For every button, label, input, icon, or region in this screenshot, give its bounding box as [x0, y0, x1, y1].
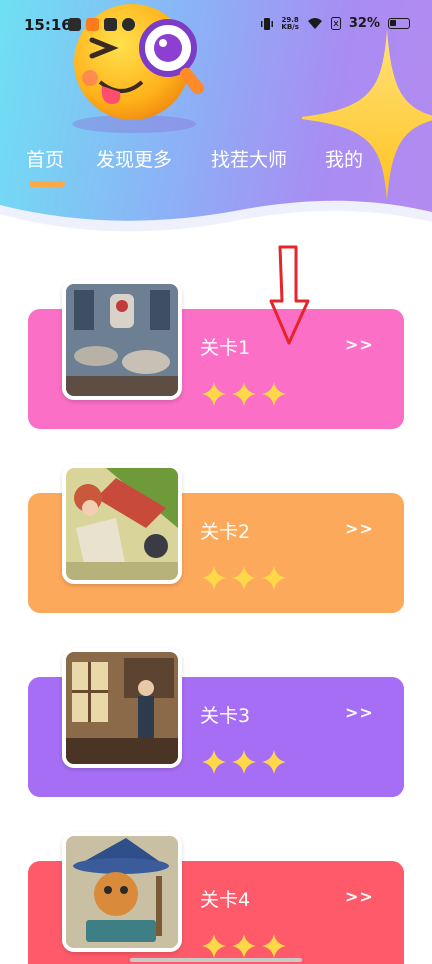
level-go-arrow-4[interactable]: >>: [345, 887, 374, 906]
level-thumbnail-2[interactable]: [62, 464, 182, 584]
star-icon: [202, 934, 226, 958]
network-speed: 29.8 KB/s: [281, 16, 299, 31]
star-icon: [202, 750, 226, 774]
level-thumbnail-3[interactable]: [62, 648, 182, 768]
level-stars-4: [201, 933, 287, 959]
wizard-cat-scene-image: [66, 836, 178, 948]
level-stars-1: [201, 381, 287, 407]
star-icon: [232, 750, 256, 774]
level-name-3: 关卡3: [200, 705, 251, 727]
status-bar: 15:16 29.8 KB/s 32%: [0, 0, 432, 52]
tab-home[interactable]: 首页: [26, 145, 64, 172]
status-time: 15:16: [24, 16, 72, 34]
tab-spot-difference-master[interactable]: 找茬大师: [211, 145, 287, 172]
home-indicator-bar[interactable]: [130, 958, 302, 962]
star-icon: [262, 934, 286, 958]
level-thumbnail-1[interactable]: [62, 280, 182, 400]
star-icon: [202, 566, 226, 590]
sim-icon: [330, 17, 341, 30]
level-go-arrow-3[interactable]: >>: [345, 703, 374, 722]
star-icon: [232, 382, 256, 406]
vibrate-icon: [261, 17, 274, 30]
active-tab-indicator: [29, 181, 65, 187]
app-notification-icon: [122, 18, 135, 31]
star-icon: [262, 566, 286, 590]
battery-percent: 32%: [348, 16, 380, 31]
star-icon: [202, 382, 226, 406]
level-name-1: 关卡1: [200, 337, 251, 359]
app-notification-icon: [86, 18, 99, 31]
tab-mine[interactable]: 我的: [325, 145, 363, 172]
study-room-scene-image: [66, 652, 178, 764]
down-arrow-annotation-icon: [269, 245, 310, 345]
level-stars-3: [201, 749, 287, 775]
network-speed-unit: KB/s: [281, 22, 299, 31]
wifi-icon: [307, 18, 322, 29]
mail-notification-icon: [68, 18, 81, 31]
picnic-scene-image: [66, 468, 178, 580]
level-go-arrow-2[interactable]: >>: [345, 519, 374, 538]
star-icon: [232, 934, 256, 958]
level-go-arrow-1[interactable]: >>: [345, 335, 374, 354]
level-name-4: 关卡4: [200, 889, 251, 911]
star-icon: [262, 750, 286, 774]
nav-tabs: 首页 发现更多 找茬大师 我的: [0, 145, 432, 190]
star-icon: [232, 566, 256, 590]
app-notification-icon: [104, 18, 117, 31]
star-icon: [262, 382, 286, 406]
lab-robot-scene-image: [66, 284, 178, 396]
tab-discover-more[interactable]: 发现更多: [96, 145, 172, 172]
level-thumbnail-4[interactable]: [62, 832, 182, 952]
level-stars-2: [201, 565, 287, 591]
level-name-2: 关卡2: [200, 521, 251, 543]
battery-icon: [388, 18, 410, 29]
